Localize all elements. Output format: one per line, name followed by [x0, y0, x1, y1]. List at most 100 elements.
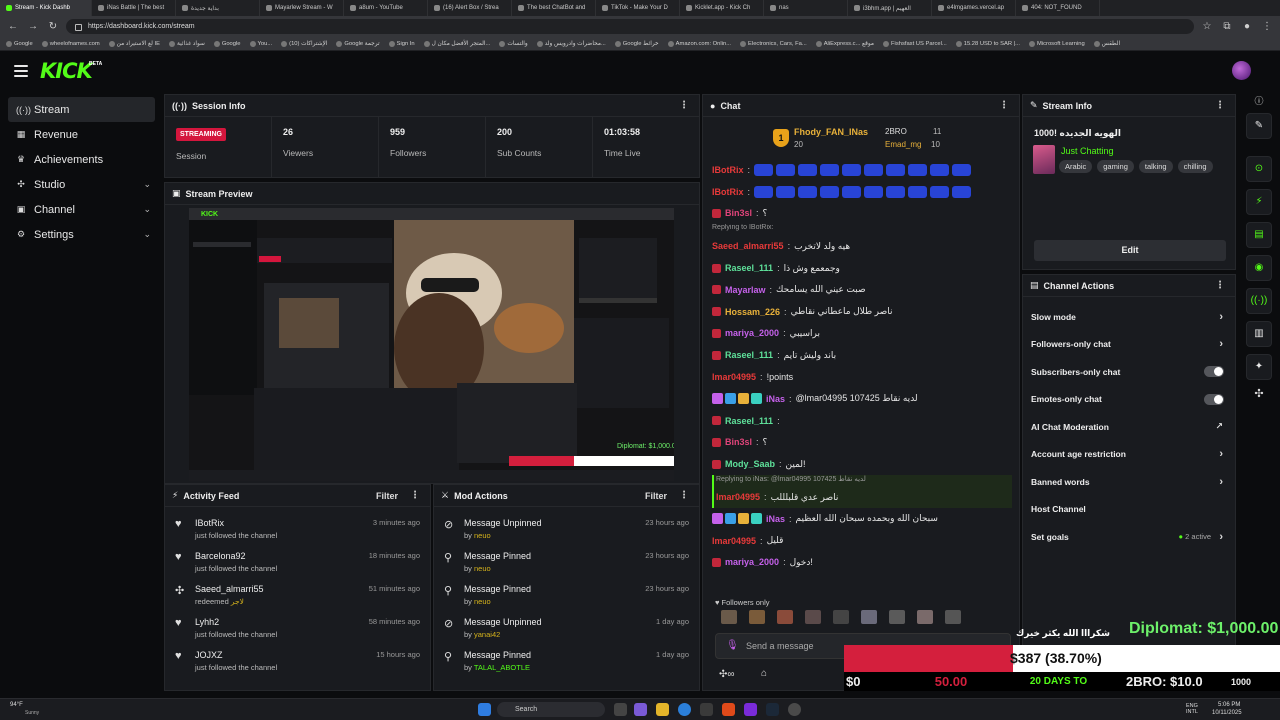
edge-icon[interactable]	[678, 703, 691, 716]
chat-username[interactable]: IBotRix	[712, 165, 744, 175]
bookmark-item[interactable]: لغ الاستيراد من IE	[108, 40, 160, 47]
follower-avatar[interactable]	[805, 610, 821, 624]
followers-only-item[interactable]: Followers-only chat ›	[1023, 331, 1235, 359]
follower-avatar[interactable]	[889, 610, 905, 624]
edit-icon[interactable]: ✎	[1246, 113, 1272, 139]
chat-icon[interactable]: ◉	[1246, 255, 1272, 281]
follower-avatar[interactable]	[721, 610, 737, 624]
browser-tab[interactable]: nas	[764, 0, 848, 16]
tag-chip[interactable]: chilling	[1177, 160, 1213, 173]
chat-username[interactable]: lmar04995	[716, 492, 760, 502]
bookmark-item[interactable]: Google ترجمة	[336, 40, 380, 47]
filter-button[interactable]: Filter	[376, 491, 398, 501]
browser-tab[interactable]: i3bhm.app | العهيم	[848, 0, 932, 16]
mod-user[interactable]: neuo	[474, 597, 491, 606]
task-view-icon[interactable]	[614, 703, 627, 716]
chat-message[interactable]: lmar04995: قليل	[712, 530, 1012, 552]
chat-username[interactable]: mariya_2000	[725, 557, 779, 567]
camera-icon[interactable]: ⊙	[1246, 156, 1272, 182]
stream-preview-video[interactable]: KICK Diplomat: $1,000.00	[189, 208, 674, 481]
chat-username[interactable]: Bin3sl	[725, 437, 752, 447]
chat-username[interactable]: lmar04995	[712, 536, 756, 546]
sidebar-item-revenue[interactable]: ▦ Revenue	[0, 122, 161, 147]
back-icon[interactable]: ←	[6, 20, 20, 34]
sidebar-item-achievements[interactable]: ♛ Achievements	[0, 147, 161, 172]
steam-icon[interactable]	[766, 703, 779, 716]
subscribers-only-toggle[interactable]	[1204, 366, 1224, 378]
chat-username[interactable]: lmar04995	[712, 372, 756, 382]
chat-message[interactable]: iNas: @lmar04995 107425 لديه نقاط	[712, 388, 1012, 410]
follower-avatar[interactable]	[917, 610, 933, 624]
more-options-icon[interactable]: ⋮	[1215, 100, 1225, 111]
chat-username[interactable]: Bin3sl	[725, 208, 752, 218]
bookmark-item[interactable]: You...	[249, 40, 272, 47]
kick-logo[interactable]: KICK	[40, 59, 93, 83]
mod-user[interactable]: neuo	[474, 531, 491, 540]
host-channel-item[interactable]: Host Channel	[1023, 496, 1235, 524]
gift-icon[interactable]: ⌂	[761, 668, 767, 679]
follower-avatar[interactable]	[945, 610, 961, 624]
category-thumbnail[interactable]	[1033, 145, 1055, 174]
browser-tab[interactable]: 404: NOT_FOUND	[1016, 0, 1100, 16]
bolt-icon[interactable]: ⚡	[1246, 189, 1272, 215]
broadcast-icon[interactable]: ((·))	[1246, 288, 1272, 314]
chat-message[interactable]: Hossam_226: ناصر طلال ماعطاني نقاطي	[712, 301, 1012, 323]
activity-user[interactable]: Saeed_almarri55	[195, 584, 264, 594]
emote-icon[interactable]: ✣∞	[719, 669, 735, 680]
browser-tab[interactable]: Stream - Kick Dashb	[0, 0, 92, 16]
follower-avatar[interactable]	[833, 610, 849, 624]
reply-context[interactable]: Replying to IBotRix:	[712, 224, 1012, 235]
chat-message[interactable]: IBotRix:	[712, 159, 1012, 181]
mod-user[interactable]: yanai42	[474, 630, 500, 639]
chat-username[interactable]: Raseel_111	[725, 263, 773, 273]
mod-user[interactable]: neuo	[474, 564, 491, 573]
chat-message[interactable]: IBotRix:	[712, 181, 1012, 203]
bookmark-item[interactable]: Fishsfast US Parcel...	[883, 40, 947, 47]
chat-message[interactable]: Bin3sl: ؟	[712, 432, 1012, 454]
activity-user[interactable]: Lyhh2	[195, 617, 219, 627]
activity-user[interactable]: JOJXZ	[195, 650, 223, 660]
info-icon[interactable]: ⓘ	[1244, 94, 1274, 106]
chat-username[interactable]: Raseel_111	[725, 350, 773, 360]
bookmark-star-icon[interactable]: ☆	[1200, 20, 1214, 34]
chat-message[interactable]: lmar04995: !points	[712, 366, 1012, 388]
bookmark-item[interactable]: AliExpress.c... موقع	[815, 40, 874, 47]
follower-avatar[interactable]	[861, 610, 877, 624]
bookmark-item[interactable]: (10) الإشتراكات	[281, 40, 327, 47]
sidebar-item-stream[interactable]: ((·)) Stream	[8, 97, 155, 122]
chat-message[interactable]: mariya_2000: دخول!	[712, 552, 1012, 574]
microphone-icon[interactable]: 🎙	[726, 640, 739, 651]
customize-icon[interactable]: ✣	[1244, 387, 1274, 400]
app-icon[interactable]	[700, 703, 713, 716]
wrench-icon[interactable]: ✦	[1246, 354, 1272, 380]
file-explorer-icon[interactable]	[656, 703, 669, 716]
brave-icon[interactable]	[722, 703, 735, 716]
chat-message[interactable]: Mayarlaw: صبت عيني الله يسامحك	[712, 279, 1012, 301]
more-options-icon[interactable]: ⋮	[1215, 280, 1225, 291]
browser-tab[interactable]: Kicklet.app - Kick Ch	[680, 0, 764, 16]
leaderboard-user[interactable]: Fhody_FAN_INas	[794, 127, 868, 137]
follower-avatar[interactable]	[749, 610, 765, 624]
chat-message[interactable]: iNas: سبحان الله وبحمده سبحان الله العظيم	[712, 508, 1012, 530]
chat-username[interactable]: Mayarlaw	[725, 285, 766, 295]
chat-message[interactable]: lmar04995: ناصر عدي قلبلللب	[712, 486, 1012, 508]
address-bar[interactable]: https://dashboard.kick.com/stream	[66, 19, 1194, 34]
bookmark-item[interactable]: Amazon.com: Onlin...	[667, 40, 731, 47]
bookmark-item[interactable]: Google خرائط	[614, 40, 659, 47]
bookmark-item[interactable]: Google	[6, 40, 33, 47]
sidebar-item-channel[interactable]: ▣ Channel ⌄	[0, 197, 161, 222]
browser-menu-icon[interactable]: ⋮	[1260, 20, 1274, 34]
tag-chip[interactable]: talking	[1138, 160, 1173, 173]
bookmark-item[interactable]: المتجر الأفضل مكان ل...	[423, 40, 490, 47]
edit-button[interactable]: Edit	[1034, 240, 1226, 261]
chat-username[interactable]: Mody_Saab	[725, 459, 775, 469]
forward-icon[interactable]: →	[26, 20, 40, 34]
set-goals-item[interactable]: Set goals ● 2 active ›	[1023, 523, 1235, 551]
more-options-icon[interactable]: ⋮	[679, 100, 689, 111]
browser-tab[interactable]: iNas Battle | The best	[92, 0, 176, 16]
windows-start-icon[interactable]	[478, 703, 491, 716]
browser-tab[interactable]: Mayarlew Stream - W	[260, 0, 344, 16]
sidebar-item-studio[interactable]: ✣ Studio ⌄	[0, 172, 161, 197]
bookmark-item[interactable]: Google	[213, 40, 241, 47]
weather-temp[interactable]: 94°F	[10, 702, 23, 708]
